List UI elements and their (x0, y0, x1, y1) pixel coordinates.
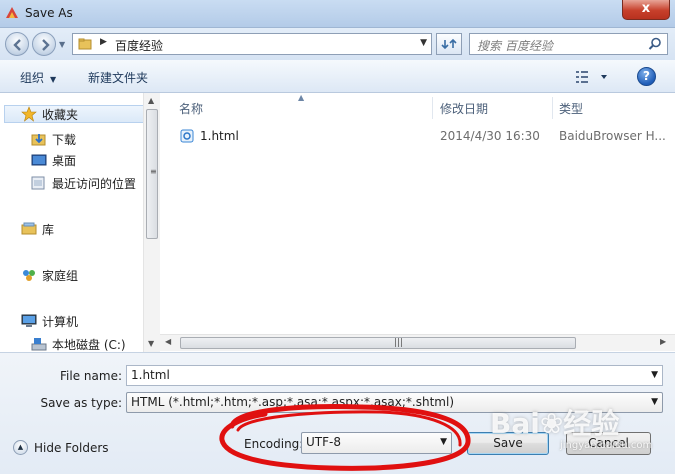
nav-item-favorites[interactable]: 收藏夹 (4, 105, 144, 123)
desktop-icon (31, 154, 47, 166)
help-icon[interactable]: ? (637, 67, 656, 86)
nav-item-label: 计算机 (42, 314, 79, 329)
file-name-input[interactable]: 1.html ▼ (126, 365, 663, 386)
nav-item-label: 收藏夹 (42, 107, 79, 122)
search-input[interactable]: 搜索 百度经验 (469, 33, 668, 55)
column-header-type[interactable]: 类型 (559, 100, 583, 117)
sort-indicator-icon: ▲ (298, 93, 305, 102)
chevron-down-icon[interactable]: ▼ (651, 370, 658, 380)
nav-item-homegroup[interactable]: 家庭组 (21, 266, 78, 284)
recent-places-icon (31, 176, 45, 190)
organize-label: 组织 (20, 71, 45, 85)
file-type: BaiduBrowser H... (559, 129, 666, 143)
star-icon (21, 106, 37, 122)
encoding-value: UTF-8 (306, 435, 341, 449)
window-title: Save As (25, 6, 73, 20)
nav-item-computer[interactable]: 计算机 (21, 312, 78, 330)
nav-scrollbar-thumb[interactable]: ≡ (146, 109, 158, 239)
nav-item-label: 家庭组 (42, 268, 79, 283)
library-icon (21, 222, 37, 235)
search-placeholder: 搜索 百度经验 (477, 39, 553, 53)
nav-item-libraries[interactable]: 库 (21, 220, 54, 238)
hide-folders-label: Hide Folders (34, 440, 109, 455)
scroll-left-icon[interactable]: ◀ (165, 337, 171, 346)
file-list-horizontal-scrollbar[interactable]: ◀ ||| ▶ (160, 334, 675, 351)
hide-folders-button[interactable]: ▲ Hide Folders (13, 440, 109, 455)
html-file-icon (180, 129, 194, 143)
nav-item-downloads[interactable]: 下载 (31, 130, 76, 148)
file-name[interactable]: 1.html (200, 129, 239, 143)
chevron-down-icon: ▼ (440, 437, 447, 447)
refresh-icon (441, 38, 457, 50)
address-path[interactable]: 百度经验 (115, 37, 163, 54)
column-divider[interactable] (432, 97, 433, 119)
refresh-button[interactable] (436, 33, 462, 55)
save-as-type-label: Save as type: (40, 396, 122, 410)
search-icon[interactable] (648, 37, 662, 51)
encoding-select[interactable]: UTF-8 ▼ (301, 432, 452, 454)
encoding-label: Encoding: (244, 437, 304, 451)
address-dropdown-icon[interactable]: ▼ (420, 38, 427, 48)
chevron-down-icon: ▼ (50, 75, 57, 84)
nav-scrollbar[interactable]: ▲ ≡ ▼ (143, 93, 160, 352)
grip-icon: ≡ (150, 167, 157, 176)
close-button[interactable]: x (622, 0, 670, 20)
view-list-icon (576, 71, 607, 83)
horizontal-scrollbar-thumb[interactable]: ||| (180, 337, 576, 349)
address-bar-row: ▼ ▶ 百度经验 ▼ 搜索 百度经验 (0, 28, 675, 60)
forward-arrow-icon (42, 39, 50, 51)
back-button[interactable] (5, 32, 29, 56)
column-divider[interactable] (552, 97, 553, 119)
file-name-label: File name: (60, 369, 122, 383)
scroll-up-icon[interactable]: ▲ (148, 96, 154, 105)
navigation-pane: 收藏夹 下载 桌面 最近访问的位置 库 家庭组 计算机 本地磁盘 (C:) ▲ … (0, 93, 160, 352)
title-bar: Save As x (0, 0, 675, 28)
nav-item-desktop[interactable]: 桌面 (31, 151, 76, 169)
computer-icon (21, 314, 37, 327)
nav-item-local-disk-c[interactable]: 本地磁盘 (C:) (31, 335, 126, 353)
file-name-value: 1.html (131, 368, 170, 382)
app-icon (6, 7, 18, 18)
folder-icon (78, 38, 92, 50)
grip-icon: ||| (394, 338, 404, 348)
watermark-url: jingyan.baidu.com (560, 440, 653, 451)
nav-item-label: 最近访问的位置 (52, 176, 137, 191)
scroll-down-icon[interactable]: ▼ (148, 339, 154, 348)
change-view-button[interactable] (574, 68, 612, 86)
scroll-right-icon[interactable]: ▶ (660, 337, 666, 346)
chevron-down-icon: ▼ (651, 397, 658, 407)
watermark-logo: Bai❀经验 (490, 407, 620, 440)
download-folder-icon (31, 134, 46, 146)
file-list: ▲ 名称 修改日期 类型 1.html 2014/4/30 16:30 Baid… (160, 93, 675, 352)
address-field[interactable]: ▶ 百度经验 ▼ (72, 33, 432, 55)
back-arrow-icon (13, 39, 21, 51)
nav-item-label: 库 (42, 222, 55, 237)
column-header-name[interactable]: 名称 (179, 100, 203, 117)
nav-item-label: 桌面 (52, 153, 77, 168)
chevron-up-icon: ▲ (13, 440, 28, 455)
command-toolbar: 组织 ▼ 新建文件夹 ? (0, 60, 675, 93)
breadcrumb-arrow-icon[interactable]: ▶ (100, 37, 107, 47)
file-row[interactable]: 1.html 2014/4/30 16:30 BaiduBrowser H... (160, 126, 675, 146)
forward-button[interactable] (32, 32, 56, 56)
nav-item-label: 下载 (52, 132, 77, 147)
drive-icon (31, 338, 47, 351)
save-as-type-value: HTML (*.html;*.htm;*.asp;*.asa;*.aspx;*.… (131, 395, 455, 409)
new-folder-button[interactable]: 新建文件夹 (88, 69, 148, 86)
column-header-modified[interactable]: 修改日期 (440, 100, 488, 117)
organize-menu[interactable]: 组织 ▼ (20, 69, 56, 86)
nav-item-recent-places[interactable]: 最近访问的位置 (31, 174, 136, 192)
file-modified: 2014/4/30 16:30 (440, 129, 540, 143)
nav-item-label: 本地磁盘 (C:) (52, 337, 126, 352)
recent-pages-dropdown-icon[interactable]: ▼ (59, 40, 65, 49)
homegroup-icon (23, 270, 35, 281)
